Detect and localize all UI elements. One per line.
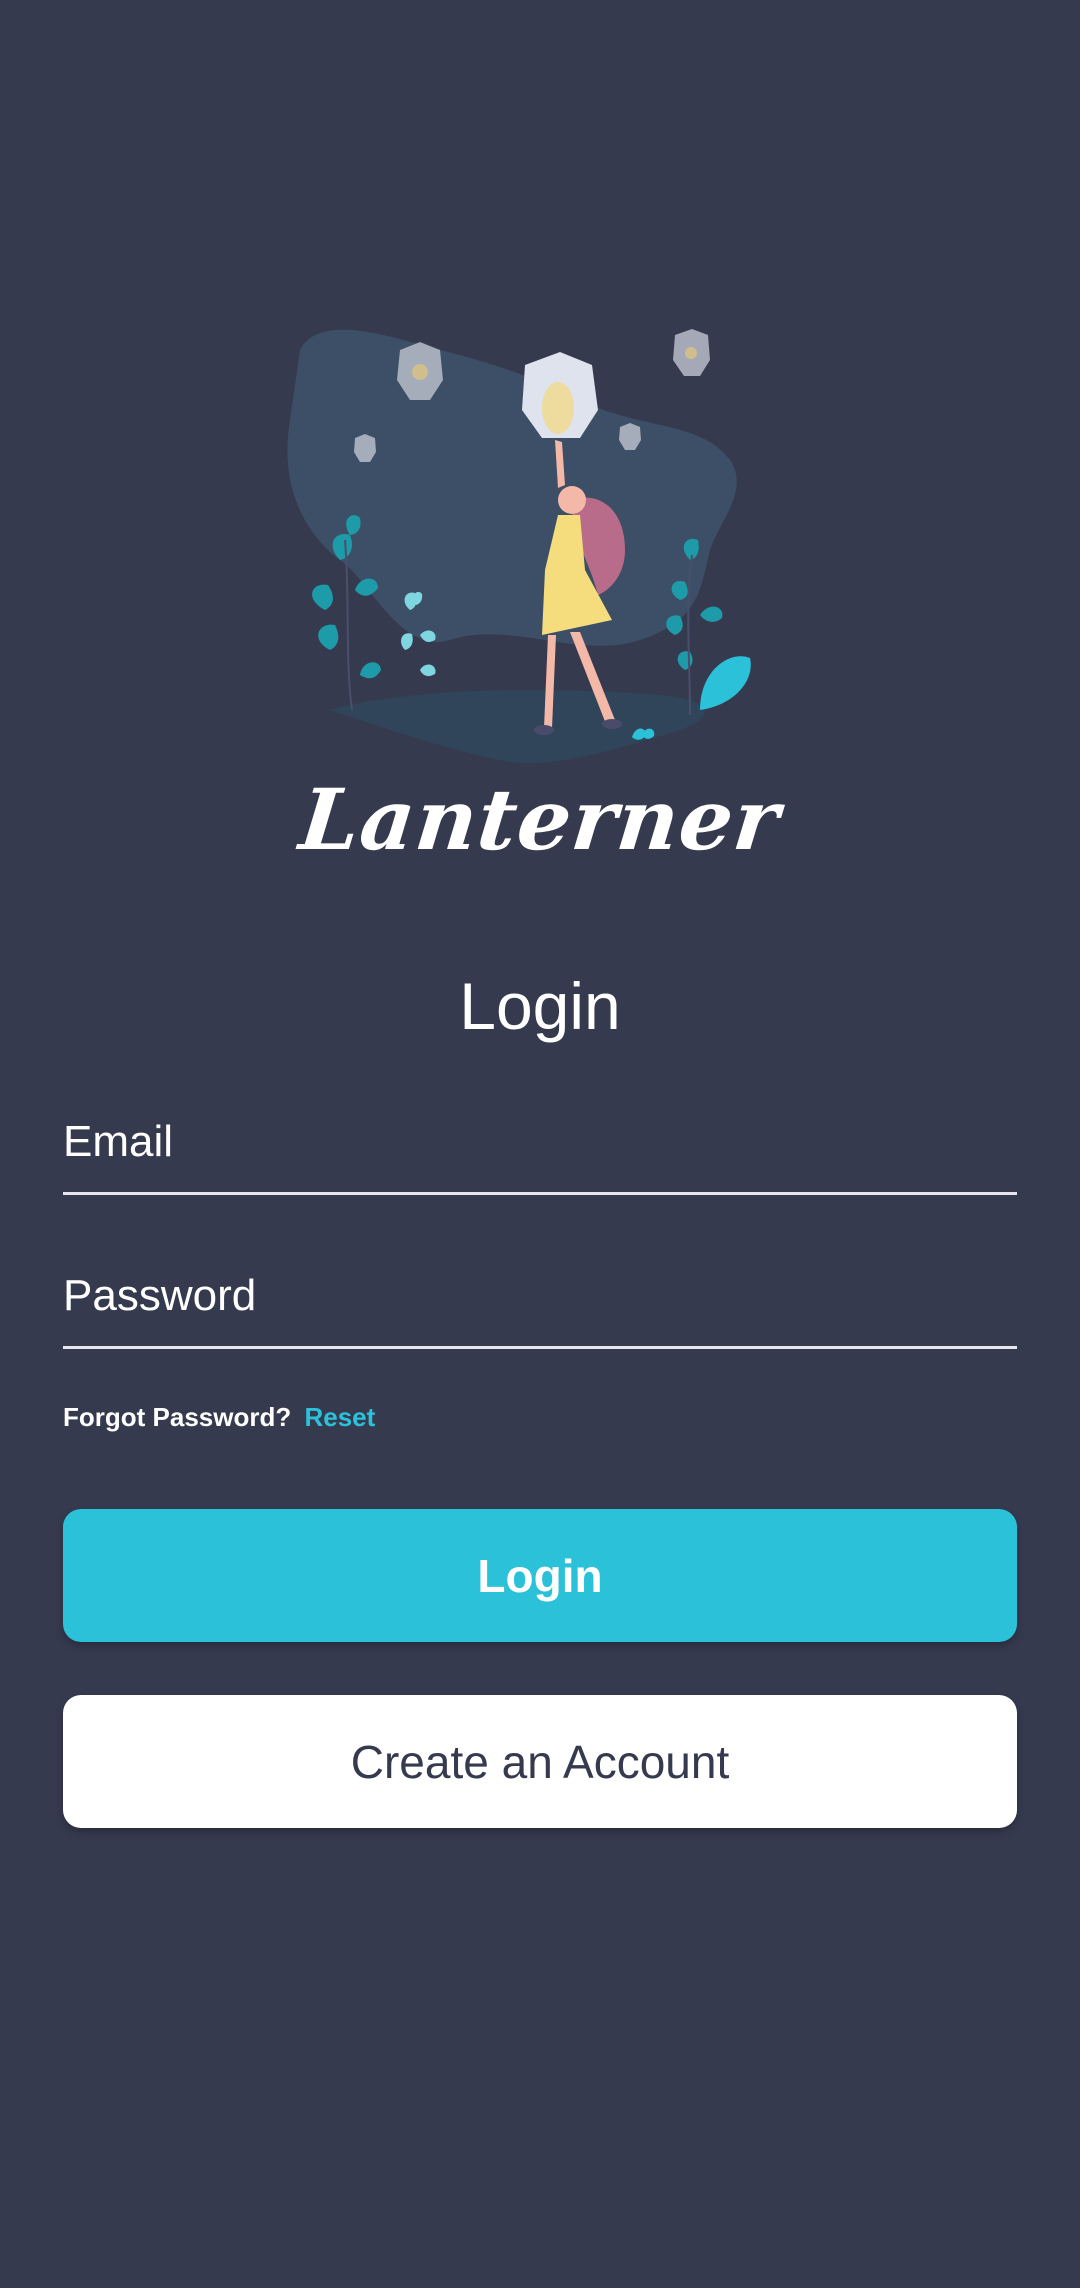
forgot-password-text: Forgot Password? [63, 1402, 292, 1432]
login-button[interactable]: Login [63, 1509, 1017, 1642]
email-field[interactable] [63, 1092, 1017, 1192]
password-field-container [63, 1246, 1017, 1349]
create-account-button[interactable]: Create an Account [63, 1695, 1017, 1828]
email-field-container [63, 1092, 1017, 1195]
login-screen: Lanterner Login Forgot Password? Reset L… [0, 0, 1080, 2288]
reset-password-link[interactable]: Reset [304, 1402, 375, 1432]
password-field[interactable] [63, 1246, 1017, 1346]
page-title: Login [459, 969, 621, 1043]
brand-logo-text: Lanterner [295, 770, 785, 869]
girl-releasing-lantern-illustration [287, 329, 751, 764]
forgot-password-row: Forgot Password? Reset [63, 1402, 375, 1433]
